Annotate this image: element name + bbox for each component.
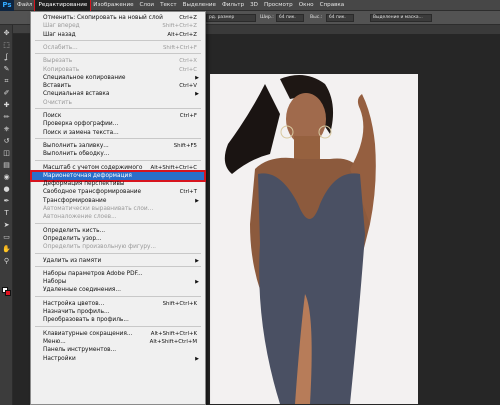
- photoshop-window: Ps Файл Редактирование Изображение Слои Текс…: [0, 0, 500, 405]
- crop-icon[interactable]: ⌗: [2, 77, 11, 86]
- quick-select-icon[interactable]: ✎: [2, 65, 11, 74]
- tools-panel: ✥ ⬚ ʆ ✎ ⌗ ✐ ✚ ✏ ⎈ ↺ ◫ ▤ ◉ ● ✒ T ➤ ▭ ✋ ⚲: [0, 25, 13, 405]
- menu-2[interactable]: Изображение: [90, 0, 136, 11]
- height-label: Выс.:: [310, 15, 323, 20]
- menu-item-label: Ослабить...: [43, 44, 78, 51]
- shape-icon[interactable]: ▭: [2, 233, 11, 242]
- menu-item-label: Очистить: [43, 99, 72, 106]
- menu-item-shortcut: Alt+Ctrl+Z: [167, 31, 197, 38]
- menu-separator: [35, 252, 201, 254]
- move-icon[interactable]: ✥: [2, 29, 11, 38]
- menu-1[interactable]: Редактирование: [34, 0, 92, 12]
- menu-separator: [35, 222, 201, 224]
- menu-separator: [35, 53, 201, 55]
- lasso-icon[interactable]: ʆ: [2, 53, 11, 62]
- menu-0[interactable]: Файл: [14, 0, 35, 11]
- height-input[interactable]: 64 пик.: [326, 14, 354, 22]
- width-input[interactable]: 64 пик.: [276, 14, 304, 22]
- menu-item-label: Определить произвольную фигуру...: [43, 244, 157, 251]
- menu-item-label: Выполнить обводку...: [43, 151, 110, 158]
- path-select-icon[interactable]: ➤: [2, 221, 11, 230]
- edit-menu-dropdown: Отменить: Скопировать на новый слой Ctrl+…: [30, 11, 206, 405]
- stamp-icon[interactable]: ⎈: [2, 125, 11, 134]
- photo-image: [210, 74, 418, 404]
- photoshop-logo: Ps: [0, 0, 14, 11]
- dodge-icon[interactable]: ●: [2, 185, 11, 194]
- edit-menu-item[interactable]: Очистить: [31, 98, 205, 108]
- edit-menu-item[interactable]: Определить произвольную фигуру...: [31, 242, 205, 252]
- menu-item-shortcut: Shift+Ctrl+F: [163, 44, 197, 51]
- submenu-arrow-icon: ▶: [195, 257, 199, 264]
- menu-7[interactable]: 3D: [247, 0, 261, 11]
- menubar: Ps Файл Редактирование Изображение Слои Текс…: [0, 0, 500, 12]
- menu-separator: [35, 137, 201, 139]
- eyedropper-icon[interactable]: ✐: [2, 89, 11, 98]
- menu-separator: [35, 39, 201, 41]
- menu-item-label: Шаг назад: [43, 31, 76, 38]
- select-and-mask-button[interactable]: Выделение и маска...: [370, 14, 432, 22]
- menu-item-label: Удаленные соединения...: [43, 287, 121, 294]
- edit-menu-item[interactable]: Автоналожение слоев...: [31, 212, 205, 222]
- type-icon[interactable]: T: [2, 209, 11, 218]
- menu-separator: [35, 159, 201, 161]
- width-label: Шир.:: [260, 15, 274, 20]
- menu-5[interactable]: Выделение: [180, 0, 219, 11]
- menu-4[interactable]: Текст: [157, 0, 180, 11]
- gradient-icon[interactable]: ▤: [2, 161, 11, 170]
- menu-item-label: Преобразовать в профиль...: [43, 317, 129, 324]
- healing-icon[interactable]: ✚: [2, 101, 11, 110]
- submenu-arrow-icon: ▶: [195, 355, 199, 362]
- zoom-icon[interactable]: ⚲: [2, 257, 11, 266]
- menu-separator: [35, 108, 201, 109]
- edit-menu-item[interactable]: Удаленные соединения...: [31, 285, 205, 295]
- menu-item-label: Настройки: [43, 355, 76, 362]
- background-color-swatch[interactable]: [5, 290, 11, 296]
- brush-icon[interactable]: ✏: [2, 113, 11, 122]
- menu-item-label: Удалить из памяти: [43, 257, 102, 264]
- menu-6[interactable]: Фильтр: [219, 0, 247, 11]
- menu-8[interactable]: Просмотр: [261, 0, 296, 11]
- menu-separator: [35, 295, 201, 297]
- edit-menu-item[interactable]: Ослабить... Shift+Ctrl+F: [31, 43, 205, 53]
- document-canvas[interactable]: [210, 74, 418, 404]
- edit-menu-item[interactable]: Поиск и замена текста...: [31, 128, 205, 138]
- edit-menu-item[interactable]: Выполнить обводку...: [31, 149, 205, 159]
- menu-3[interactable]: Слои: [137, 0, 158, 11]
- edit-menu-item[interactable]: Шаг назад Alt+Ctrl+Z: [31, 30, 205, 40]
- menu-item-label: Автоналожение слоев...: [43, 214, 117, 221]
- pen-icon[interactable]: ✒: [2, 197, 11, 206]
- eraser-icon[interactable]: ◫: [2, 149, 11, 158]
- menu-item-label: Поиск и замена текста...: [43, 129, 119, 136]
- menu-separator: [35, 265, 201, 267]
- menu-9[interactable]: Окно: [296, 0, 317, 11]
- edit-menu-item[interactable]: Удалить из памяти ▶: [31, 256, 205, 266]
- menu-separator: [35, 325, 201, 327]
- history-brush-icon[interactable]: ↺: [2, 137, 11, 146]
- blur-icon[interactable]: ◉: [2, 173, 11, 182]
- style-select[interactable]: рд. размер: [206, 14, 256, 22]
- marquee-icon[interactable]: ⬚: [2, 41, 11, 50]
- hand-icon[interactable]: ✋: [2, 245, 11, 254]
- menu-10[interactable]: Справка: [317, 0, 348, 11]
- edit-menu-item[interactable]: Преобразовать в профиль...: [31, 315, 205, 325]
- edit-menu-item[interactable]: Настройки ▶: [31, 354, 205, 364]
